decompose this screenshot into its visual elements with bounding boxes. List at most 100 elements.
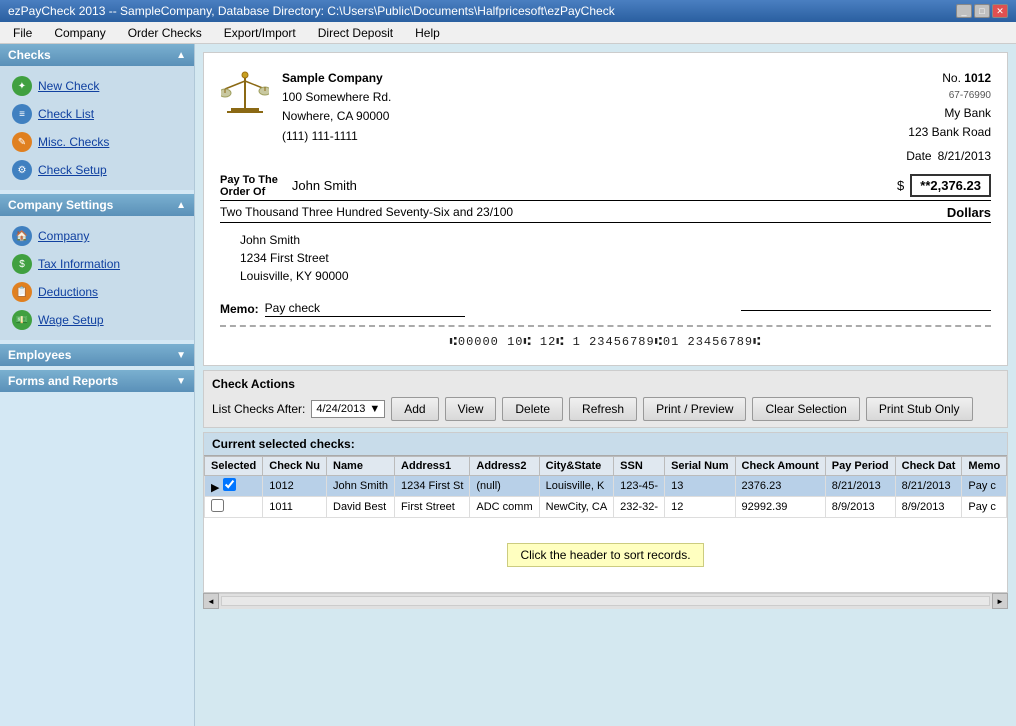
delete-button[interactable]: Delete: [502, 397, 563, 421]
amount-words: Two Thousand Three Hundred Seventy-Six a…: [220, 205, 943, 219]
menu-company[interactable]: Company: [45, 23, 114, 43]
sidebar-item-check-list-label: Check List: [38, 107, 94, 121]
payto-label: Pay To TheOrder Of: [220, 174, 278, 198]
cell-serial: 13: [665, 475, 735, 496]
payee-name: John Smith: [240, 231, 349, 249]
sidebar-item-check-setup[interactable]: ⚙ Check Setup: [6, 156, 188, 184]
sidebar-checks-header[interactable]: Checks ▲: [0, 44, 194, 66]
sidebar-forms-header[interactable]: Forms and Reports ▼: [0, 370, 194, 392]
sidebar-item-company[interactable]: 🏠 Company: [6, 222, 188, 250]
sidebar-item-deductions[interactable]: 📋 Deductions: [6, 278, 188, 306]
content-area: Sample Company 100 Somewhere Rd. Nowhere…: [195, 44, 1016, 726]
bank-info: No. 1012 67-76990 My Bank 123 Bank Road …: [906, 69, 991, 166]
sidebar-company-content: 🏠 Company $ Tax Information 📋 Deductions…: [0, 216, 194, 340]
sidebar-item-check-list[interactable]: ≡ Check List: [6, 100, 188, 128]
bank-name: My Bank: [906, 104, 991, 123]
date-select[interactable]: 4/24/2013 ▼: [311, 400, 385, 418]
col-addr2[interactable]: Address2: [470, 456, 539, 475]
sidebar-item-tax-info[interactable]: $ Tax Information: [6, 250, 188, 278]
date-value: 4/24/2013: [316, 403, 365, 415]
amount-words-line: Two Thousand Three Hundred Seventy-Six a…: [220, 205, 991, 223]
cell-amount: 2376.23: [735, 475, 825, 496]
cell-amount: 92992.39: [735, 496, 825, 517]
sidebar-item-company-label: Company: [38, 229, 89, 243]
payee-addr2: Louisville, KY 90000: [240, 267, 349, 285]
cell-name: John Smith: [327, 475, 395, 496]
menu-bar: File Company Order Checks Export/Import …: [0, 22, 1016, 44]
refresh-button[interactable]: Refresh: [569, 397, 637, 421]
actions-row: List Checks After: 4/24/2013 ▼ Add View …: [212, 397, 999, 421]
scroll-right-button[interactable]: ►: [992, 593, 1008, 609]
col-serial[interactable]: Serial Num: [665, 456, 735, 475]
check-amount: **2,376.23: [910, 174, 991, 197]
signature-line: [741, 310, 991, 311]
dollars-label: Dollars: [947, 205, 991, 220]
sidebar-item-wage-setup[interactable]: 💵 Wage Setup: [6, 306, 188, 334]
company-icon: 🏠: [12, 226, 32, 246]
col-check-num[interactable]: Check Nu: [263, 456, 327, 475]
title-controls: _ □ ✕: [956, 4, 1008, 18]
col-check-date[interactable]: Check Dat: [895, 456, 962, 475]
col-city-state[interactable]: City&State: [539, 456, 614, 475]
check-setup-icon: ⚙: [12, 160, 32, 180]
print-preview-button[interactable]: Print / Preview: [643, 397, 746, 421]
cell-selected[interactable]: ▶: [205, 475, 263, 496]
wage-setup-icon: 💵: [12, 310, 32, 330]
close-button[interactable]: ✕: [992, 4, 1008, 18]
col-memo[interactable]: Memo: [962, 456, 1007, 475]
company-phone: (111) 111-1111: [282, 127, 391, 146]
sidebar-section-checks: Checks ▲ ✦ New Check ≡ Check List ✎ Misc…: [0, 44, 194, 190]
cell-check-date: 8/21/2013: [895, 475, 962, 496]
payto-name: John Smith: [284, 178, 891, 193]
cell-selected[interactable]: [205, 496, 263, 517]
main-layout: Checks ▲ ✦ New Check ≡ Check List ✎ Misc…: [0, 44, 1016, 726]
company-collapse-icon: ▲: [176, 200, 186, 211]
menu-order-checks[interactable]: Order Checks: [119, 23, 211, 43]
scales-icon: [220, 69, 270, 119]
add-button[interactable]: Add: [391, 397, 438, 421]
col-selected[interactable]: Selected: [205, 456, 263, 475]
scroll-track[interactable]: [221, 596, 990, 606]
table-area: Current selected checks: Selected Check …: [203, 432, 1008, 593]
col-addr1[interactable]: Address1: [395, 456, 470, 475]
date-label: Date: [906, 147, 931, 166]
cell-city-state: Louisville, K: [539, 475, 614, 496]
deductions-icon: 📋: [12, 282, 32, 302]
col-pay-period[interactable]: Pay Period: [825, 456, 895, 475]
company-details: Sample Company 100 Somewhere Rd. Nowhere…: [282, 69, 391, 166]
menu-help[interactable]: Help: [406, 23, 449, 43]
print-stub-button[interactable]: Print Stub Only: [866, 397, 973, 421]
col-amount[interactable]: Check Amount: [735, 456, 825, 475]
sidebar-item-new-check[interactable]: ✦ New Check: [6, 72, 188, 100]
sidebar-item-misc-checks[interactable]: ✎ Misc. Checks: [6, 128, 188, 156]
menu-direct-deposit[interactable]: Direct Deposit: [309, 23, 402, 43]
maximize-button[interactable]: □: [974, 4, 990, 18]
amount-symbol: $: [897, 178, 904, 193]
bank-addr: 123 Bank Road: [906, 123, 991, 142]
view-button[interactable]: View: [445, 397, 497, 421]
routing-number: 67-76990: [906, 88, 991, 104]
table-title: Current selected checks:: [204, 433, 1007, 456]
col-name[interactable]: Name: [327, 456, 395, 475]
payee-addr1: 1234 First Street: [240, 249, 349, 267]
date-dropdown-icon[interactable]: ▼: [369, 403, 380, 415]
new-check-icon: ✦: [12, 76, 32, 96]
misc-checks-icon: ✎: [12, 132, 32, 152]
sidebar-company-header[interactable]: Company Settings ▲: [0, 194, 194, 216]
check-no: 1012: [964, 71, 991, 85]
row-arrow: ▶: [211, 482, 219, 494]
col-ssn[interactable]: SSN: [614, 456, 665, 475]
menu-export-import[interactable]: Export/Import: [215, 23, 305, 43]
table-row[interactable]: 1011 David Best First Street ADC comm Ne…: [205, 496, 1007, 517]
clear-selection-button[interactable]: Clear Selection: [752, 397, 859, 421]
checks-collapse-icon: ▲: [176, 50, 186, 61]
memo-label: Memo:: [220, 302, 259, 316]
table-row[interactable]: ▶ 1012 John Smith 1234 First St (null) L…: [205, 475, 1007, 496]
sidebar-item-deductions-label: Deductions: [38, 285, 98, 299]
minimize-button[interactable]: _: [956, 4, 972, 18]
sidebar-employees-header[interactable]: Employees ▼: [0, 344, 194, 366]
menu-file[interactable]: File: [4, 23, 41, 43]
row-checkbox[interactable]: [211, 499, 224, 512]
row-checkbox[interactable]: [223, 478, 236, 491]
scroll-left-button[interactable]: ◄: [203, 593, 219, 609]
